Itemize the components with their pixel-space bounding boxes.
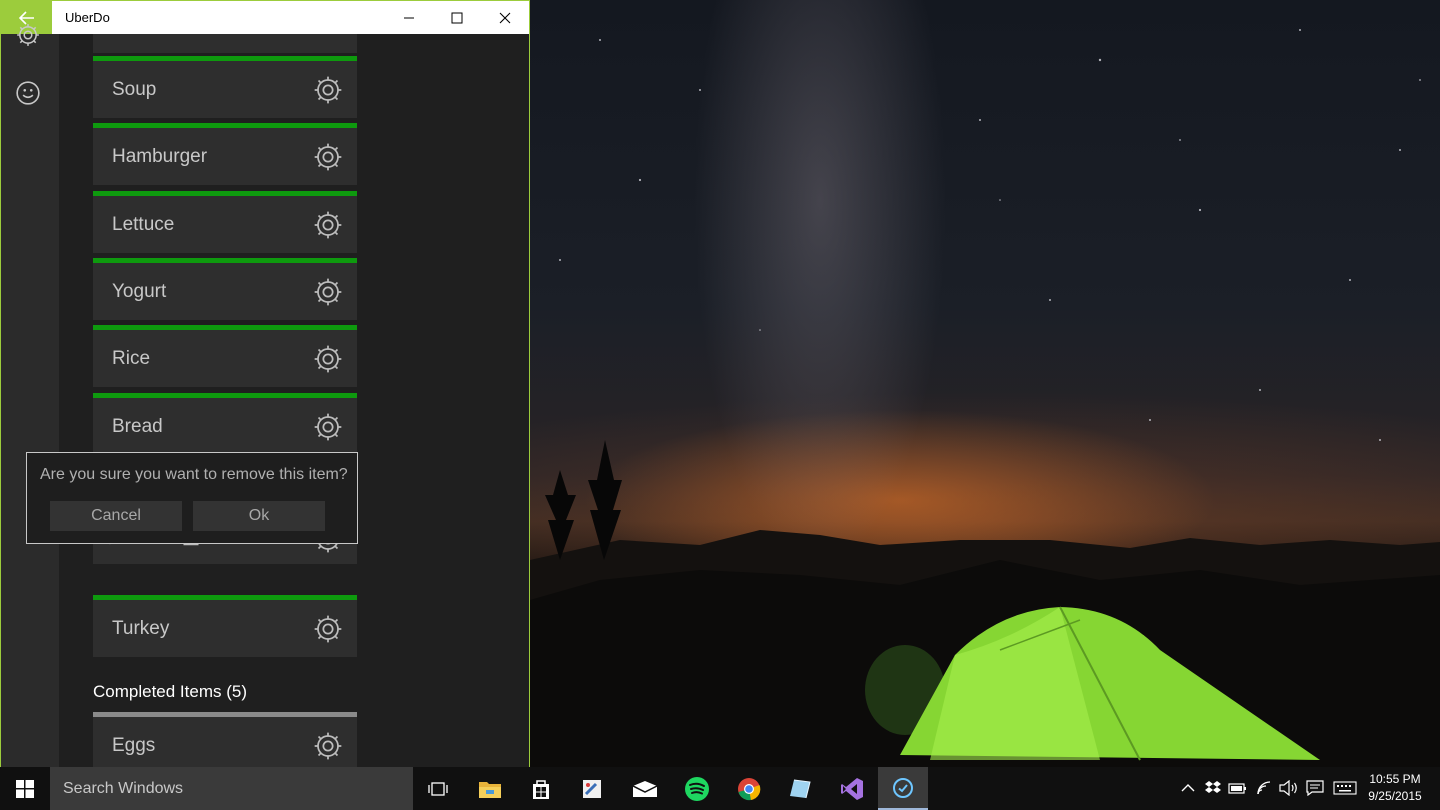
uberdo-window: UberDo Soup Hamburger Lettuce Yogurt Ric… <box>0 0 530 768</box>
item-label: Bread <box>112 416 163 437</box>
tray-volume[interactable] <box>1279 778 1299 798</box>
list-item[interactable]: Soup <box>93 56 357 118</box>
maximize-icon <box>451 12 463 23</box>
list-item[interactable]: Rice <box>93 325 357 387</box>
gear-icon[interactable] <box>312 74 344 106</box>
maximize-button[interactable] <box>433 1 481 34</box>
visual-studio-icon <box>841 777 863 800</box>
taskbar-uberdo[interactable] <box>878 767 928 810</box>
gear-icon[interactable] <box>312 276 344 308</box>
title-bar: UberDo <box>1 1 529 34</box>
item-label: Lettuce <box>112 214 175 235</box>
todo-list: Soup Hamburger Lettuce Yogurt Rice Bread… <box>59 34 529 767</box>
taskbar-visual-studio[interactable] <box>827 767 877 810</box>
spotify-icon <box>685 776 709 801</box>
minimize-icon <box>404 17 414 18</box>
window-title: UberDo <box>65 10 110 25</box>
system-clock[interactable]: 10:55 PM 9/25/2015 <box>1362 771 1428 805</box>
smiley-icon[interactable] <box>15 80 41 106</box>
mail-icon <box>632 780 658 797</box>
item-label: Hamburger <box>112 146 208 167</box>
list-item[interactable]: Hamburger <box>93 123 357 185</box>
taskbar: Search Windows 10:55 PM 9/25/2015 <box>0 767 1440 810</box>
windows-logo-icon <box>16 779 34 798</box>
side-rail <box>1 24 59 767</box>
tray-notifications[interactable] <box>1305 778 1325 798</box>
gear-icon[interactable] <box>15 22 41 48</box>
remove-confirm-dialog: Are you sure you want to remove this ite… <box>26 452 358 544</box>
list-item[interactable]: Bread <box>93 393 357 455</box>
gear-icon[interactable] <box>312 613 344 645</box>
taskbar-store[interactable] <box>516 767 566 810</box>
volume-icon <box>1279 780 1297 796</box>
clock-date: 9/25/2015 <box>1368 789 1422 803</box>
tray-dropbox[interactable] <box>1203 778 1223 798</box>
completed-list-item[interactable]: Eggs <box>93 712 357 767</box>
ok-button[interactable]: Ok <box>193 501 325 531</box>
notifications-icon <box>1306 780 1324 796</box>
tray-keyboard[interactable] <box>1332 778 1358 798</box>
clock-time: 10:55 PM <box>1369 772 1421 786</box>
tray-battery[interactable] <box>1228 778 1248 798</box>
gear-icon[interactable] <box>312 209 344 241</box>
show-hidden-icons[interactable] <box>1178 778 1198 798</box>
gear-icon[interactable] <box>312 411 344 443</box>
keyboard-icon <box>1333 781 1357 795</box>
tray-wifi[interactable] <box>1255 778 1275 798</box>
close-button[interactable] <box>481 1 529 34</box>
chrome-icon <box>738 777 761 800</box>
taskbar-task-view[interactable] <box>413 767 463 810</box>
taskbar-chrome[interactable] <box>724 767 774 810</box>
gear-icon[interactable] <box>312 730 344 762</box>
cancel-button[interactable]: Cancel <box>50 501 182 531</box>
uberdo-icon <box>893 777 913 798</box>
search-placeholder: Search Windows <box>63 779 184 797</box>
task-view-icon <box>428 781 448 796</box>
list-item[interactable] <box>93 34 357 53</box>
paint-icon <box>583 779 601 798</box>
item-label: Rice <box>112 348 151 369</box>
start-button[interactable] <box>0 767 50 810</box>
gear-icon[interactable] <box>312 141 344 173</box>
dialog-message: Are you sure you want to remove this ite… <box>40 466 348 483</box>
gear-icon[interactable] <box>312 343 344 375</box>
taskbar-file-explorer[interactable] <box>465 767 515 810</box>
taskbar-mail[interactable] <box>620 767 670 810</box>
file-explorer-icon <box>479 781 501 798</box>
item-label: Soup <box>112 79 157 100</box>
taskbar-notepad[interactable] <box>775 767 825 810</box>
item-label: Eggs <box>112 735 156 756</box>
taskbar-paint[interactable] <box>567 767 617 810</box>
dropbox-icon <box>1205 781 1221 793</box>
close-icon <box>499 12 511 23</box>
item-label: Turkey <box>112 618 170 639</box>
wifi-icon <box>1257 781 1271 795</box>
list-item[interactable]: Yogurt <box>93 258 357 320</box>
notepad-icon <box>790 779 811 798</box>
list-item[interactable]: Turkey <box>93 595 357 657</box>
search-input[interactable]: Search Windows <box>50 767 413 810</box>
item-label: Yogurt <box>112 281 167 302</box>
store-icon <box>533 779 549 799</box>
window-controls <box>385 1 529 34</box>
battery-icon <box>1228 783 1246 794</box>
completed-items-header: Completed Items (5) <box>93 682 247 701</box>
list-item[interactable]: Lettuce <box>93 191 357 253</box>
minimize-button[interactable] <box>385 1 433 34</box>
chevron-up-icon <box>1181 784 1195 792</box>
taskbar-spotify[interactable] <box>672 767 722 810</box>
